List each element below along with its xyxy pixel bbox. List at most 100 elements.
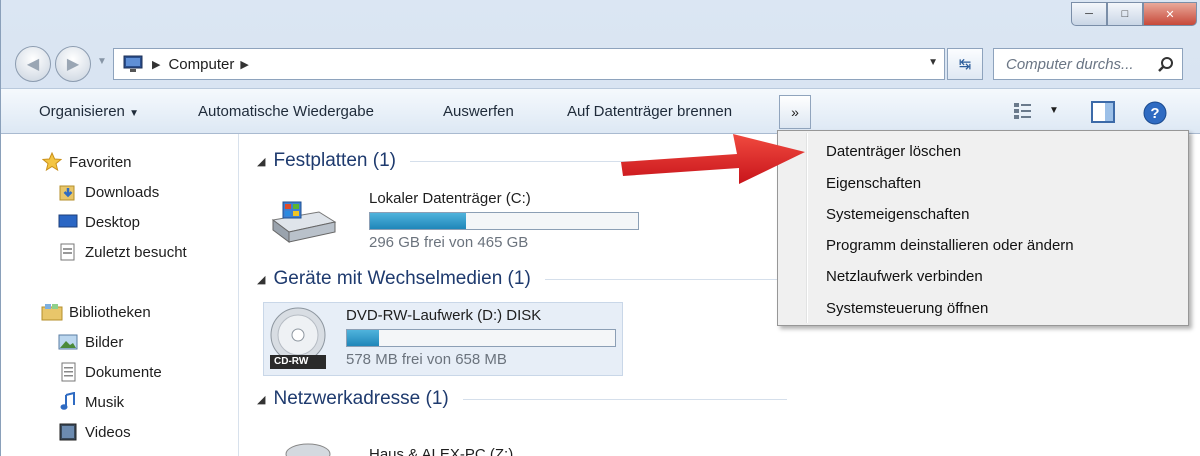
computer-icon — [120, 54, 146, 74]
libraries-icon — [41, 302, 63, 322]
menu-item-system-properties[interactable]: Systemeigenschaften — [826, 206, 969, 223]
nav-music-label: Musik — [85, 393, 125, 411]
command-bar: Organisieren ▼ Automatische Wiedergabe A… — [1, 88, 1200, 134]
red-arrow-annotation-icon — [621, 134, 805, 184]
group-divider — [544, 278, 787, 280]
view-dropdown-icon[interactable]: ▼ — [1049, 105, 1059, 116]
close-icon: ✕ — [1165, 8, 1175, 21]
preview-pane-icon — [1091, 101, 1115, 123]
help-button[interactable]: ? — [1143, 101, 1167, 129]
title-bar: ─ □ ✕ — [1, 0, 1200, 40]
videos-icon — [57, 422, 79, 442]
drive-c-name: Lokaler Datenträger (C:) — [369, 190, 531, 207]
organize-button[interactable]: Organisieren ▼ — [39, 103, 139, 120]
nav-libraries-label: Bibliotheken — [69, 303, 151, 321]
caption-buttons: ─ □ ✕ — [1071, 2, 1197, 26]
search-box[interactable]: Computer durchs... — [993, 48, 1183, 80]
minimize-icon: ─ — [1085, 8, 1093, 20]
minimize-button[interactable]: ─ — [1071, 2, 1107, 26]
nav-documents-label: Dokumente — [85, 363, 162, 381]
chevron-down-icon: ▼ — [129, 108, 139, 119]
drive-c-usage-fill — [370, 213, 467, 229]
drive-c-free: 296 GB frei von 465 GB — [369, 234, 529, 251]
breadcrumb-chevron-icon[interactable]: ▶ — [240, 58, 248, 71]
address-dropdown-icon[interactable]: ▼ — [928, 57, 938, 68]
menu-item-uninstall-program[interactable]: Programm deinstallieren oder ändern — [826, 237, 1074, 254]
desktop-icon — [57, 212, 79, 232]
menu-item-open-control-panel[interactable]: Systemsteuerung öffnen — [826, 300, 988, 317]
nav-desktop[interactable]: Desktop — [57, 212, 140, 232]
navigation-pane: Favoriten Downloads Desktop Zuletzt besu… — [1, 134, 239, 456]
preview-pane-button[interactable] — [1091, 101, 1115, 127]
more-commands-button[interactable]: » — [779, 95, 811, 129]
more-commands-menu: Datenträger löschen Eigenschaften System… — [777, 130, 1189, 326]
nav-desktop-label: Desktop — [85, 213, 141, 231]
menu-item-format[interactable]: Datenträger löschen — [826, 143, 961, 160]
nav-recent-label: Zuletzt besucht — [85, 243, 187, 261]
drive-d-name: DVD-RW-Laufwerk (D:) DISK — [346, 307, 542, 324]
address-bar[interactable]: ▶ Computer ▶ ▼ — [113, 48, 945, 80]
collapse-triangle-icon: ◢ — [257, 393, 266, 406]
nav-music[interactable]: Musik — [57, 392, 124, 412]
help-icon: ? — [1143, 101, 1167, 125]
navigation-row: ◀ ▶ ▼ ▶ Computer ▶ ▼ ↹ Computer durchs..… — [1, 40, 1200, 86]
explorer-window: ─ □ ✕ ◀ ▶ ▼ ▶ Computer ▶ ▼ ↹ Computer du… — [0, 0, 1200, 456]
recent-pages-dropdown-icon[interactable]: ▼ — [97, 56, 107, 67]
eject-button[interactable]: Auswerfen — [443, 103, 514, 120]
drive-d-usage-bar — [346, 329, 616, 347]
group-removable-label: Geräte mit Wechselmedien (1) — [273, 268, 531, 289]
breadcrumb-computer[interactable]: Computer — [168, 56, 234, 73]
maximize-icon: □ — [1121, 8, 1129, 20]
nav-videos-label: Videos — [85, 423, 131, 441]
change-view-button[interactable] — [1013, 101, 1033, 125]
breadcrumb-chevron-icon[interactable]: ▶ — [152, 58, 160, 71]
menu-item-map-network-drive[interactable]: Netzlaufwerk verbinden — [826, 268, 983, 285]
hard-drive-icon — [269, 200, 339, 250]
back-button[interactable]: ◀ — [15, 46, 51, 82]
group-divider — [462, 398, 787, 400]
drive-c-usage-bar — [369, 212, 639, 230]
autoplay-button[interactable]: Automatische Wiedergabe — [198, 103, 374, 120]
close-button[interactable]: ✕ — [1143, 2, 1197, 26]
drive-d-usage-fill — [347, 330, 380, 346]
collapse-triangle-icon: ◢ — [257, 155, 266, 168]
nav-pictures[interactable]: Bilder — [57, 332, 123, 352]
drive-c[interactable]: Lokaler Datenträger (C:) 296 GB frei von… — [263, 186, 663, 251]
svg-text:?: ? — [1150, 105, 1159, 122]
drive-z[interactable]: Haus & ALEX-PC (Z:) — [263, 434, 663, 456]
group-removable[interactable]: ◢ Geräte mit Wechselmedien (1) — [257, 268, 787, 290]
nav-videos[interactable]: Videos — [57, 422, 131, 442]
refresh-icon: ↹ — [958, 56, 972, 73]
nav-recent[interactable]: Zuletzt besucht — [57, 242, 187, 262]
back-arrow-icon: ◀ — [26, 56, 40, 73]
nav-downloads-label: Downloads — [85, 183, 160, 201]
drive-d[interactable]: CD-RW DVD-RW-Laufwerk (D:) DISK 578 MB f… — [263, 302, 623, 376]
recent-places-icon — [57, 242, 79, 262]
documents-icon — [57, 362, 79, 382]
group-network-label: Netzwerkadresse (1) — [273, 388, 449, 409]
search-input[interactable]: Computer durchs... — [1006, 56, 1134, 73]
downloads-folder-icon — [57, 182, 79, 202]
nav-libraries[interactable]: Bibliotheken — [41, 302, 151, 322]
music-note-icon — [57, 392, 79, 412]
forward-button[interactable]: ▶ — [55, 46, 91, 82]
pictures-icon — [57, 332, 79, 352]
cd-rw-badge: CD-RW — [274, 356, 309, 367]
organize-label: Organisieren — [39, 103, 125, 120]
menu-item-properties[interactable]: Eigenschaften — [826, 175, 921, 192]
nav-favorites-label: Favoriten — [69, 153, 132, 171]
search-icon[interactable] — [1156, 55, 1176, 75]
group-network[interactable]: ◢ Netzwerkadresse (1) — [257, 388, 787, 410]
maximize-button[interactable]: □ — [1107, 2, 1143, 26]
group-harddisks-label: Festplatten (1) — [273, 150, 396, 171]
nav-documents[interactable]: Dokumente — [57, 362, 162, 382]
network-drive-icon — [283, 440, 333, 456]
drive-d-free: 578 MB frei von 658 MB — [346, 351, 507, 368]
nav-favorites[interactable]: Favoriten — [41, 152, 132, 172]
nav-pictures-label: Bilder — [85, 333, 124, 351]
refresh-button[interactable]: ↹ — [947, 48, 983, 80]
drive-z-name: Haus & ALEX-PC (Z:) — [369, 446, 514, 456]
nav-downloads[interactable]: Downloads — [57, 182, 159, 202]
star-icon — [41, 152, 63, 172]
burn-button[interactable]: Auf Datenträger brennen — [567, 103, 732, 120]
